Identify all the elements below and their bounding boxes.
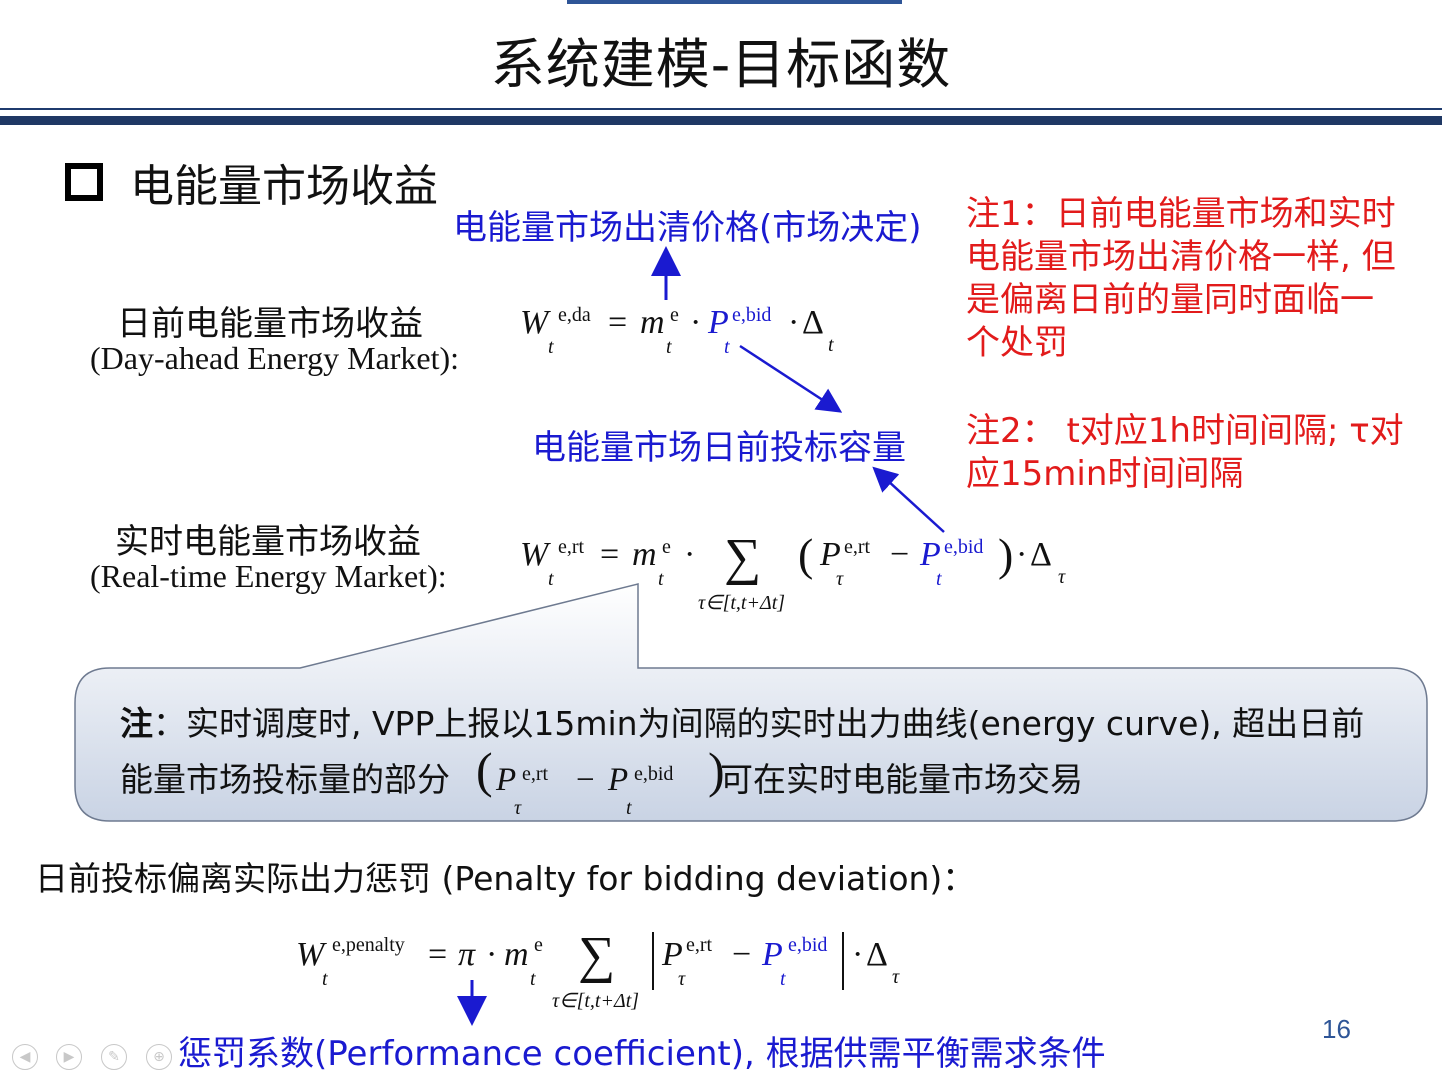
eq3-P-bid-sub: t xyxy=(780,968,786,990)
penalty-coefficient-label: 惩罚系数(Performance coefficient), 根据供需平衡需求条… xyxy=(178,1034,1106,1074)
eq3-abs-left xyxy=(652,932,654,990)
eq3-W-sup: e,penalty xyxy=(332,934,405,956)
callout-lparen: ( xyxy=(476,742,493,798)
eq3-W-sub: t xyxy=(322,968,328,990)
eq3-sum: ∑ xyxy=(578,927,616,984)
callout-line-1: 注：实时调度时, VPP上报以15min为间隔的实时出力曲线(energy cu… xyxy=(120,696,1410,752)
callout-line-2: 能量市场投标量的部分(Pe,rt τ − Pe,bid t) 可在实时电能量市场交易 xyxy=(120,742,1410,819)
penalty-heading: 日前投标偏离实际出力惩罚 (Penalty for bidding deviat… xyxy=(35,859,976,898)
eq3-m-sup: e xyxy=(534,934,543,956)
callout-content: 注：实时调度时, VPP上报以15min为间隔的实时出力曲线(energy cu… xyxy=(120,696,1410,819)
eq3-delta: Δ xyxy=(866,936,888,973)
arrow-to-bid-capacity-2 xyxy=(872,466,945,533)
forward-icon[interactable]: ▶ xyxy=(56,1044,82,1070)
eq3-abs-right xyxy=(842,932,844,990)
eq3-P-bid-sup: e,bid xyxy=(788,934,828,956)
annotation-arrows xyxy=(74,246,1428,1026)
page-number: 16 xyxy=(1322,1014,1351,1044)
back-icon[interactable]: ◀ xyxy=(12,1044,38,1070)
zoom-icon[interactable]: ⊕ xyxy=(146,1044,172,1070)
callout-line-2-after: 可在实时电能量市场交易 xyxy=(720,760,1083,799)
eq3-pi: π xyxy=(458,936,476,973)
eq3-m-sub: t xyxy=(530,968,536,990)
eq3-sum-range: τ∈[t,t+Δt] xyxy=(552,990,640,1012)
eq3-P-rt-sup: e,rt xyxy=(686,934,713,956)
callout-prefix: 注 xyxy=(120,704,153,743)
callout-P-bid-sub: t xyxy=(626,797,632,819)
callout-P-rt-sub: τ xyxy=(514,797,522,819)
callout-P-rt-sup: e,rt xyxy=(522,763,549,785)
callout-P-bid-sup: e,bid xyxy=(634,763,674,785)
callout-line-2-before: 能量市场投标量的部分 xyxy=(120,760,450,799)
eq3-minus: − xyxy=(732,936,752,973)
eq3-P-rt-sub: τ xyxy=(678,968,686,990)
eq3-dot2: · xyxy=(852,936,864,973)
eq3-dot: · xyxy=(486,936,498,973)
arrow-to-bid-capacity-1 xyxy=(739,344,843,413)
pen-icon[interactable]: ✎ xyxy=(101,1044,127,1070)
eq3-delta-sub: τ xyxy=(892,966,900,988)
eq3-equals: = xyxy=(428,936,448,973)
eq3-m: m xyxy=(504,936,529,973)
penalty-equation: W e,penalty t = π · m e t ∑ τ∈[t,t+Δt] P… xyxy=(296,927,916,1020)
eq3-W: W xyxy=(296,936,325,973)
callout-minus: − xyxy=(576,762,595,798)
callout-line-1-text: ：实时调度时, VPP上报以15min为间隔的实时出力曲线(energy cur… xyxy=(153,704,1365,743)
